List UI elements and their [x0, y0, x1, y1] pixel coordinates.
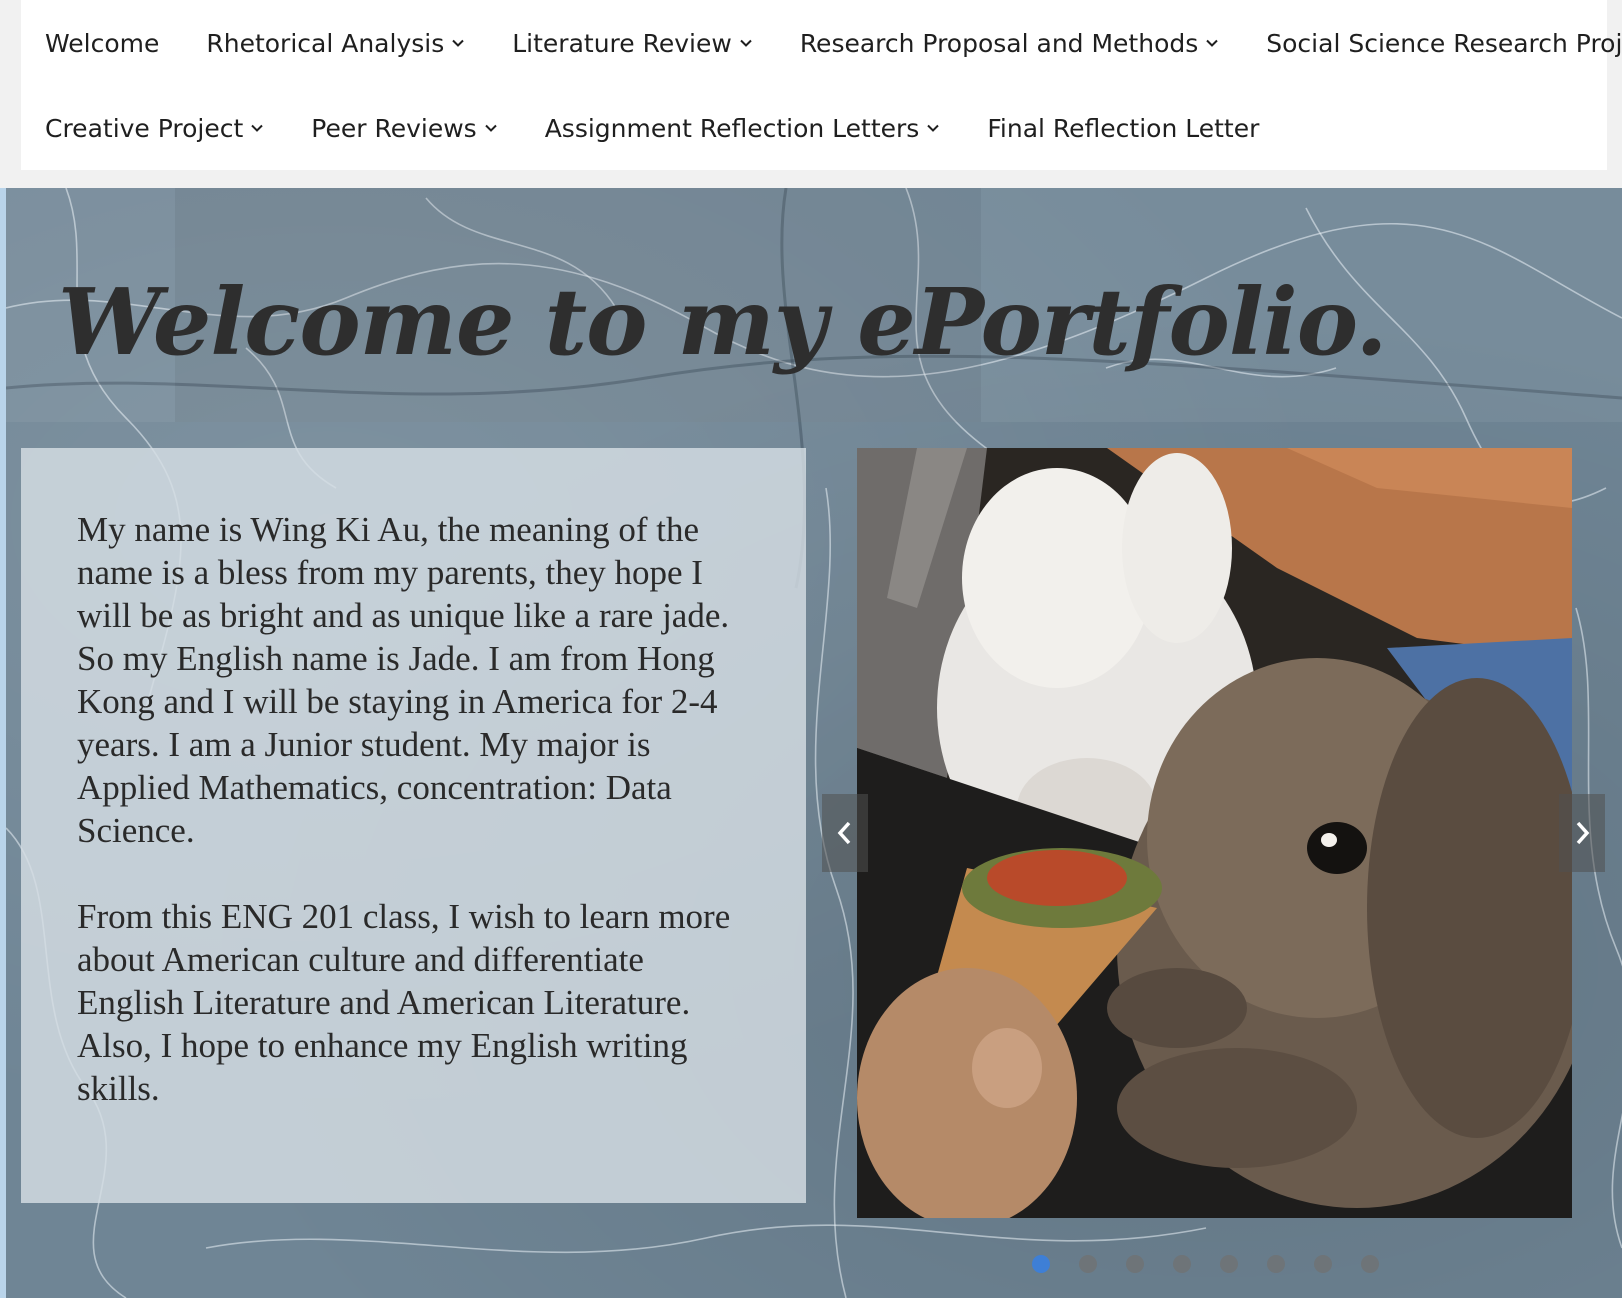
- slide-dot-4[interactable]: [1173, 1255, 1191, 1273]
- page-title: Welcome to my ePortfolio.: [58, 268, 1387, 376]
- nav-item-peer-reviews[interactable]: Peer Reviews: [311, 114, 497, 143]
- nav-item-assignment-reflection-letters[interactable]: Assignment Reflection Letters: [545, 114, 941, 143]
- slideshow-prev-button[interactable]: [822, 794, 868, 872]
- chevron-right-icon: [1576, 821, 1590, 845]
- nav-item-research-proposal[interactable]: Research Proposal and Methods: [800, 29, 1219, 58]
- chevron-down-icon: [739, 36, 753, 50]
- nav-item-literature-review[interactable]: Literature Review: [512, 29, 753, 58]
- slideshow-next-button[interactable]: [1559, 794, 1605, 872]
- goals-paragraph: From this ENG 201 class, I wish to learn…: [77, 897, 731, 1108]
- slide-dot-6[interactable]: [1267, 1255, 1285, 1273]
- nav-item-label: Peer Reviews: [311, 113, 477, 143]
- nav-item-label: Final Reflection Letter: [987, 113, 1260, 143]
- slide-dot-5[interactable]: [1220, 1255, 1238, 1273]
- slide-dot-2[interactable]: [1079, 1255, 1097, 1273]
- chevron-down-icon: [484, 121, 498, 135]
- nav-item-final-reflection-letter[interactable]: Final Reflection Letter: [987, 114, 1259, 143]
- nav-row-1: Welcome Rhetorical Analysis Literature R…: [45, 21, 1622, 65]
- slide-dot-8[interactable]: [1361, 1255, 1379, 1273]
- nav-item-label: Creative Project: [45, 113, 244, 143]
- slideshow-image: [857, 448, 1572, 1218]
- chevron-left-icon: [837, 821, 851, 845]
- nav-item-label: Rhetorical Analysis: [206, 28, 445, 58]
- slideshow-pagination: [1032, 1255, 1408, 1273]
- nav-row-2: Creative Project Peer Reviews Assignment…: [45, 106, 1306, 150]
- top-navigation: Welcome Rhetorical Analysis Literature R…: [21, 0, 1622, 170]
- intro-paragraph: My name is Wing Ki Au, the meaning of th…: [77, 510, 730, 850]
- slide-dot-7[interactable]: [1314, 1255, 1332, 1273]
- slide-dot-1[interactable]: [1032, 1255, 1050, 1273]
- nav-item-label: Assignment Reflection Letters: [544, 113, 920, 143]
- nav-item-label: Research Proposal and Methods: [799, 28, 1199, 58]
- nav-item-label: Welcome: [45, 28, 160, 58]
- chevron-down-icon: [926, 121, 940, 135]
- nav-item-social-science-research[interactable]: Social Science Research Project: [1266, 29, 1622, 58]
- intro-text-panel: My name is Wing Ki Au, the meaning of th…: [21, 448, 806, 1203]
- chevron-down-icon: [451, 36, 465, 50]
- nav-item-rhetorical-analysis[interactable]: Rhetorical Analysis: [206, 29, 465, 58]
- chevron-down-icon: [1205, 36, 1219, 50]
- nav-item-label: Social Science Research Project: [1266, 28, 1622, 58]
- nav-item-creative-project[interactable]: Creative Project: [45, 114, 264, 143]
- nav-item-welcome[interactable]: Welcome: [45, 29, 159, 58]
- nav-item-label: Literature Review: [512, 28, 732, 58]
- slide-dot-3[interactable]: [1126, 1255, 1144, 1273]
- chevron-down-icon: [250, 121, 264, 135]
- rabbits-photo: [857, 448, 1572, 1218]
